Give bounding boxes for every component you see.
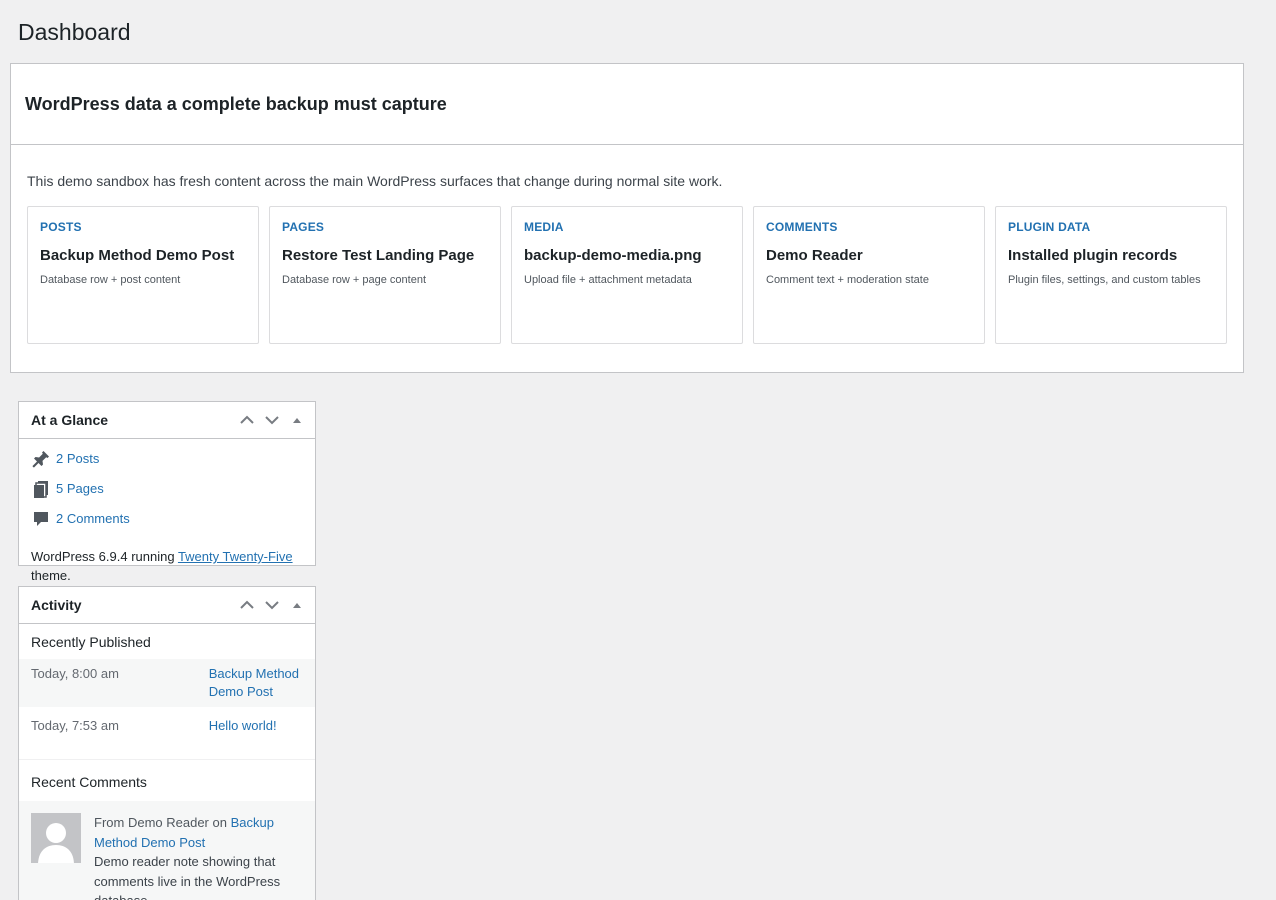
card-title: backup-demo-media.png [524,247,702,264]
activity-widget: Activity Recently Published Today, 8:00 … [18,586,316,900]
widget-header: Activity [19,587,315,624]
pages-count-link: 5 Pages [56,481,104,496]
widget-controls [234,587,309,623]
comment-content: From Demo Reader on Backup Method Demo P… [94,813,303,900]
published-post-link[interactable]: Hello world! [209,717,303,735]
version-suffix: theme. [31,568,71,583]
backup-card-comments: COMMENTS Demo Reader Comment text + mode… [753,206,985,344]
widget-body: 2 Posts 5 Pages 2 Comments WordPress 6.9… [19,439,315,585]
backup-card-plugin-data: PLUGIN DATA Installed plugin records Plu… [995,206,1227,344]
pushpin-icon [31,449,51,469]
backup-card-media: MEDIA backup-demo-media.png Upload file … [511,206,743,344]
card-description: Database row + page content [282,274,427,286]
backup-card-pages: PAGES Restore Test Landing Page Database… [269,206,501,344]
version-text: WordPress 6.9.4 running [31,549,178,564]
at-a-glance-widget: At a Glance 2 Posts 5 Pages 2 Comments W… [18,401,316,583]
backup-card-posts: POSTS Backup Method Demo Post Database r… [27,206,259,344]
card-title: Installed plugin records [1008,247,1178,264]
pages-icon [31,479,51,499]
backup-panel-heading: WordPress data a complete backup must ca… [25,94,447,114]
backup-panel-body: This demo sandbox has fresh content acro… [11,145,1243,344]
backup-intro-text: This demo sandbox has fresh content acro… [27,173,723,189]
comments-count-link: 2 Comments [56,511,130,526]
card-description: Database row + post content [40,274,181,286]
card-kicker: PAGES [282,220,325,234]
wp-version-info: WordPress 6.9.4 running Twenty Twenty-Fi… [31,547,303,585]
glance-pages[interactable]: 5 Pages [31,481,168,511]
published-post-link[interactable]: Backup Method Demo Post [209,665,303,701]
list-item: Today, 7:53 am Hello world! [19,707,315,741]
user-silhouette-icon [31,813,81,863]
glance-counts: 2 Posts 5 Pages 2 Comments [31,451,303,541]
chevron-down-icon[interactable] [259,402,284,438]
list-item: Today, 8:00 am Backup Method Demo Post [19,659,315,707]
posts-count-link: 2 Posts [56,451,100,466]
recently-published-heading: Recently Published [31,634,151,650]
widget-title: At a Glance [31,412,109,428]
backup-panel-header: WordPress data a complete backup must ca… [11,64,1243,145]
comment-excerpt: Demo reader note showing that comments l… [94,854,281,900]
chevron-up-icon[interactable] [234,402,259,438]
card-kicker: MEDIA [524,220,564,234]
publish-date: Today, 7:53 am [31,718,119,733]
card-description: Upload file + attachment metadata [524,274,692,286]
widget-controls [234,402,309,438]
caret-up-icon[interactable] [284,587,309,623]
recent-comments-heading: Recent Comments [31,774,147,790]
comment-bubble-icon [31,509,51,529]
page-title: Dashboard [18,19,131,45]
card-title: Restore Test Landing Page [282,247,475,264]
card-description: Comment text + moderation state [766,274,929,286]
backup-overview-panel: WordPress data a complete backup must ca… [10,63,1244,373]
chevron-down-icon[interactable] [259,587,284,623]
glance-comments[interactable]: 2 Comments [31,511,168,541]
card-kicker: COMMENTS [766,220,838,234]
widget-title: Activity [31,597,82,613]
card-kicker: PLUGIN DATA [1008,220,1091,234]
widget-header: At a Glance [19,402,315,439]
backup-cards: POSTS Backup Method Demo Post Database r… [27,206,1227,344]
card-description: Plugin files, settings, and custom table… [1008,274,1201,286]
comment-item: From Demo Reader on Backup Method Demo P… [19,801,315,900]
card-title: Backup Method Demo Post [40,247,235,264]
card-kicker: POSTS [40,220,82,234]
card-title: Demo Reader [766,247,863,264]
comment-from-label: From [94,815,128,830]
comment-on-label: on [208,815,231,830]
publish-date: Today, 8:00 am [31,666,119,681]
chevron-up-icon[interactable] [234,587,259,623]
theme-link[interactable]: Twenty Twenty-Five [178,549,293,564]
comment-author: Demo Reader [127,815,209,830]
glance-posts[interactable]: 2 Posts [31,451,168,481]
caret-up-icon[interactable] [284,402,309,438]
